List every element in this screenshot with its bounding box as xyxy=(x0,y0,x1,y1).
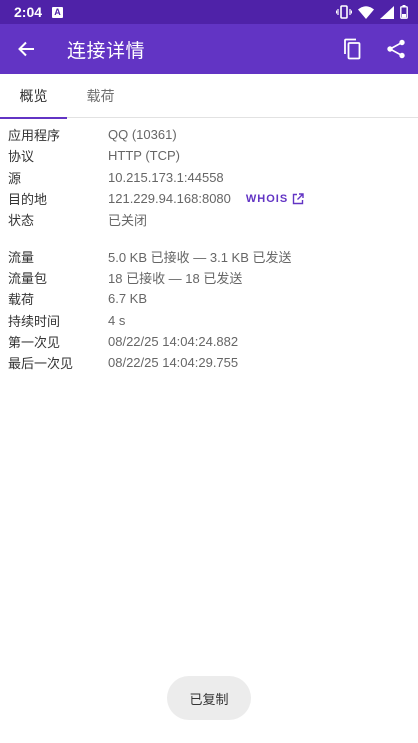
state-label: 状态 xyxy=(8,214,35,230)
destination-value: 121.229.94.168:8080 xyxy=(108,191,231,207)
whois-link[interactable]: WHOIS xyxy=(246,193,304,205)
detail-row-duration: 持续时间 4 s xyxy=(8,309,410,330)
state-value: 已关闭 xyxy=(108,213,148,229)
tab-bar: 概览 载荷 xyxy=(0,74,418,119)
page-title: 连接详情 xyxy=(67,39,146,62)
protocol-value: HTTP (TCP) xyxy=(108,148,180,164)
copied-toast: 已复制 xyxy=(167,676,251,720)
app-value: QQ (10361) xyxy=(108,127,177,143)
traffic-label: 流量 xyxy=(8,250,35,266)
copy-icon xyxy=(344,38,361,60)
duration-value: 4 s xyxy=(108,312,126,328)
destination-value-wrap: 121.229.94.168:8080 WHOIS xyxy=(108,191,304,206)
arrow-left-icon xyxy=(18,41,34,57)
detail-row-app: 应用程序 QQ (10361) xyxy=(8,124,410,145)
share-button[interactable] xyxy=(374,27,418,71)
notification-icon: A xyxy=(52,6,64,18)
detail-row-first-seen: 第一次见 08/22/25 14:04:24.882 xyxy=(8,331,410,352)
status-time: 2:04 xyxy=(14,4,43,20)
payload-value: 6.7 KB xyxy=(108,291,148,307)
copy-button[interactable] xyxy=(330,27,374,71)
detail-row-state: 状态 已关闭 xyxy=(8,209,410,230)
payload-label: 载荷 xyxy=(8,293,35,309)
status-bar: 2:04 A xyxy=(0,0,418,24)
external-link-icon xyxy=(292,192,304,204)
back-button[interactable] xyxy=(4,27,48,71)
connection-details: 应用程序 QQ (10361) 协议 HTTP (TCP) 源 10.215.1… xyxy=(8,124,410,373)
traffic-value: 5.0 KB 已接收 — 3.1 KB 已发送 xyxy=(108,249,292,265)
detail-row-payload: 载荷 6.7 KB xyxy=(8,288,410,309)
destination-label: 目的地 xyxy=(8,193,48,209)
last-seen-label: 最后一次见 xyxy=(8,357,74,373)
last-seen-value: 08/22/25 14:04:29.755 xyxy=(108,355,239,371)
wifi-icon xyxy=(358,5,374,19)
first-seen-label: 第一次见 xyxy=(8,335,61,351)
detail-row-packets: 流量包 18 已接收 — 18 已发送 xyxy=(8,267,410,288)
detail-row-protocol: 协议 HTTP (TCP) xyxy=(8,145,410,166)
detail-row-source: 源 10.215.173.1:44558 xyxy=(8,167,410,188)
whois-label: WHOIS xyxy=(245,192,289,205)
app-bar: 连接详情 xyxy=(0,24,418,74)
tab-overview[interactable]: 概览 xyxy=(0,74,67,119)
duration-label: 持续时间 xyxy=(8,314,61,330)
source-value: 10.215.173.1:44558 xyxy=(108,169,224,185)
source-label: 源 xyxy=(8,171,22,187)
vibrate-icon xyxy=(336,5,352,19)
packets-value: 18 已接收 — 18 已发送 xyxy=(108,270,243,286)
detail-row-traffic: 流量 5.0 KB 已接收 — 3.1 KB 已发送 xyxy=(8,245,410,266)
detail-row-destination: 目的地 121.229.94.168:8080 WHOIS xyxy=(8,188,410,209)
share-icon xyxy=(387,39,405,59)
app-label: 应用程序 xyxy=(8,129,61,145)
packets-label: 流量包 xyxy=(8,271,48,287)
detail-row-last-seen: 最后一次见 08/22/25 14:04:29.755 xyxy=(8,352,410,373)
battery-icon xyxy=(400,5,408,19)
tab-payload[interactable]: 载荷 xyxy=(67,74,134,118)
signal-icon xyxy=(380,5,394,19)
protocol-label: 协议 xyxy=(8,150,35,166)
first-seen-value: 08/22/25 14:04:24.882 xyxy=(108,333,239,349)
